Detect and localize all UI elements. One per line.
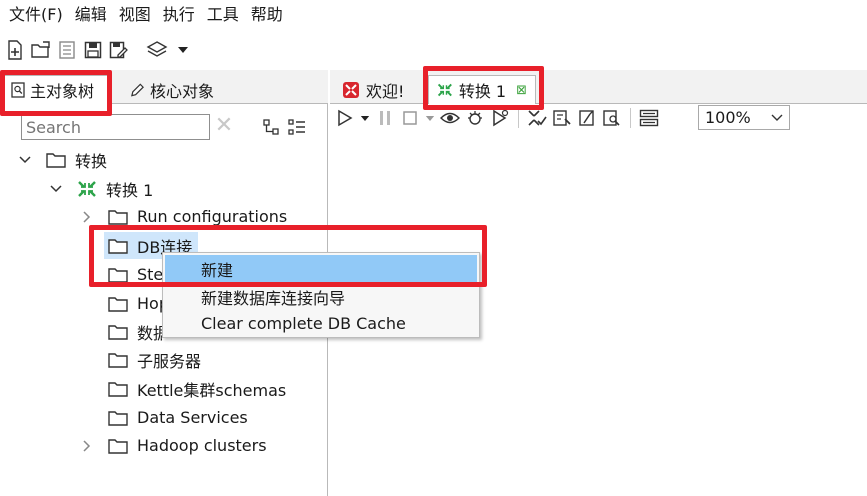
eye-icon[interactable] — [439, 107, 461, 129]
tree-node-label: 转换 — [75, 151, 108, 171]
tab-welcome-label: 欢迎! — [366, 81, 405, 101]
impact-icon[interactable] — [551, 107, 573, 129]
folder-icon — [108, 410, 128, 426]
chevron-down-icon[interactable] — [18, 153, 32, 167]
show-results-icon[interactable] — [638, 107, 660, 129]
chevron-down-icon[interactable] — [359, 107, 371, 129]
context-menu-clear-cache[interactable]: Clear complete DB Cache — [165, 310, 477, 337]
tree-node-transformation[interactable]: 转换 1 — [49, 175, 153, 202]
transformation-icon — [437, 83, 452, 97]
replay-icon[interactable] — [489, 107, 511, 129]
toolbar-separator — [630, 108, 631, 128]
clear-search-icon[interactable]: ✕ — [214, 115, 234, 137]
folder-icon — [108, 296, 128, 312]
tree-node-partitions[interactable]: 数据库分区schemas — [108, 318, 162, 345]
folder-icon — [108, 267, 128, 283]
menu-view[interactable]: 视图 — [116, 1, 160, 29]
tree-node-label: 转换 1 — [106, 180, 154, 200]
tree-node-label: 数据库分区schemas — [137, 323, 162, 343]
repository-explorer-icon[interactable] — [56, 39, 78, 61]
folder-icon — [108, 238, 128, 254]
search-input[interactable] — [21, 114, 210, 140]
menu-bar: 文件(F) 编辑 视图 执行 工具 帮助 — [0, 0, 867, 30]
tab-main-tree[interactable]: 主对象树 — [2, 75, 110, 104]
explore-db-icon[interactable] — [601, 107, 623, 129]
main-toolbar — [0, 33, 867, 67]
tab-welcome[interactable]: 欢迎! — [334, 75, 412, 104]
tree-node-label: Data Services — [137, 408, 248, 427]
play-icon[interactable] — [334, 107, 356, 129]
tab-core-objects[interactable]: 核心对象 — [122, 75, 222, 104]
tree-node-root[interactable]: 转换 — [18, 146, 107, 173]
tree-node-label: Hadoop clusters — [137, 436, 267, 455]
transformation-icon — [77, 180, 97, 198]
tab-transformation-label: 转换 1 — [458, 82, 507, 101]
folder-icon — [108, 209, 128, 225]
menu-edit[interactable]: 编辑 — [72, 1, 116, 29]
chevron-down-icon[interactable] — [49, 182, 63, 196]
folder-icon — [108, 381, 128, 397]
pencil-icon — [131, 83, 144, 96]
zoom-value: 100% — [705, 108, 751, 127]
object-tree-icon — [11, 82, 25, 98]
menu-run[interactable]: 执行 — [160, 1, 204, 29]
zoom-select[interactable]: 100% — [698, 105, 790, 130]
save-as-icon[interactable] — [108, 39, 130, 61]
tree-node-hops[interactable]: Hops — [108, 290, 162, 317]
tab-transformation[interactable]: 转换 1 ⊠ — [428, 75, 536, 104]
tree-node-run-configurations[interactable]: Run configurations — [80, 203, 287, 230]
tree-node-data-services[interactable]: Data Services — [108, 404, 248, 431]
new-file-icon[interactable] — [4, 39, 26, 61]
verify-icon[interactable] — [526, 107, 548, 129]
tree-node-label: 子服务器 — [137, 351, 202, 371]
menu-file[interactable]: 文件(F) — [6, 1, 72, 29]
folder-icon — [108, 324, 128, 340]
welcome-icon — [343, 81, 359, 98]
editor-tab-bar: 欢迎! 转换 1 ⊠ — [330, 70, 867, 104]
folder-icon — [108, 438, 128, 454]
tab-core-objects-label: 核心对象 — [149, 81, 214, 101]
tree-node-hadoop-clusters[interactable]: Hadoop clusters — [80, 432, 267, 459]
tree-node-kettle-cluster[interactable]: Kettle集群schemas — [108, 375, 286, 402]
context-menu-new[interactable]: 新建 — [165, 255, 477, 282]
close-icon[interactable]: ⊠ — [516, 83, 527, 98]
open-folder-icon[interactable] — [30, 39, 52, 61]
chevron-right-icon[interactable] — [80, 210, 94, 224]
transformation-toolbar: 100% — [334, 104, 867, 132]
toolbar-separator — [518, 108, 519, 128]
folder-icon — [108, 352, 128, 368]
stop-icon[interactable] — [399, 107, 421, 129]
chevron-down-icon — [771, 114, 783, 121]
menu-tools[interactable]: 工具 — [204, 1, 248, 29]
expand-tree-icon[interactable] — [262, 118, 280, 140]
debug-icon[interactable] — [464, 107, 486, 129]
tree-node-label: Steps — [137, 265, 162, 284]
chevron-down-icon[interactable] — [172, 39, 194, 61]
pause-icon[interactable] — [374, 107, 396, 129]
menu-help[interactable]: 帮助 — [248, 1, 292, 29]
collapse-tree-icon[interactable] — [288, 118, 306, 140]
tab-main-tree-label: 主对象树 — [30, 82, 95, 101]
tree-node-label: Kettle集群schemas — [137, 380, 287, 400]
save-icon[interactable] — [82, 39, 104, 61]
tree-node-label: Run configurations — [137, 207, 288, 226]
left-tab-bar: 主对象树 核心对象 — [0, 70, 328, 104]
context-menu-new-wizard[interactable]: 新建数据库连接向导 — [165, 283, 477, 310]
folder-icon — [46, 152, 66, 168]
context-menu: 新建 新建数据库连接向导 Clear complete DB Cache — [162, 252, 480, 338]
tree-node-label: Hops — [137, 294, 162, 313]
tree-node-slave-servers[interactable]: 子服务器 — [108, 346, 201, 373]
search-row: ✕ — [0, 112, 328, 142]
sql-icon[interactable] — [576, 107, 598, 129]
chevron-down-icon[interactable] — [424, 107, 436, 129]
chevron-right-icon[interactable] — [80, 439, 94, 453]
layers-icon[interactable] — [146, 39, 168, 61]
tree-node-steps[interactable]: Steps — [108, 261, 162, 288]
